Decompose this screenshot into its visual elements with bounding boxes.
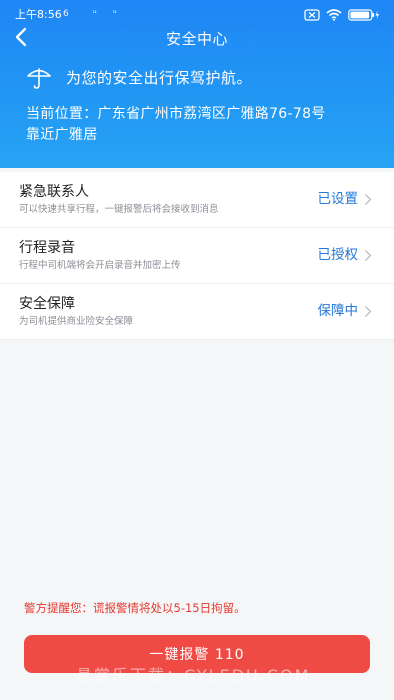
nav-bar: 安全中心 — [0, 24, 394, 52]
safety-slogan: 为您的安全出行保驾护航。 — [26, 66, 252, 90]
item-subtitle: 行程中司机端将会开启录音并加密上传 — [19, 260, 181, 271]
item-status: 已授权 — [317, 247, 359, 263]
slogan-text: 为您的安全出行保驾护航。 — [66, 69, 253, 87]
chevron-right-icon — [365, 250, 372, 261]
status-bar: 上午8:56 6 ᵘ ᵘ — [0, 0, 394, 24]
header-banner: 上午8:56 6 ᵘ ᵘ 安全中心 为您的安全出行保驾护航。 当前位置：广东省广… — [0, 0, 394, 168]
list-item-emergency-contact[interactable]: 紧急联系人 可以快速共享行程，一键报警后将会接收到消息 已设置 — [0, 172, 394, 228]
item-title: 行程录音 — [19, 240, 75, 256]
item-subtitle: 可以快速共享行程，一键报警后将会接收到消息 — [19, 204, 219, 215]
item-status: 已设置 — [317, 191, 359, 207]
status-time: 上午8:56 — [15, 8, 62, 21]
chevron-right-icon — [365, 306, 372, 317]
list-item-safety-insurance[interactable]: 安全保障 为司机提供商业险安全保障 保障中 — [0, 284, 394, 340]
location-line: 靠近广雅居 — [26, 127, 98, 143]
status-indicator: ᵘ — [93, 9, 97, 19]
current-location: 当前位置：广东省广州市荔湾区广雅路76-78号 靠近广雅居 — [26, 104, 371, 146]
item-title: 安全保障 — [19, 296, 75, 312]
item-subtitle: 为司机提供商业险安全保障 — [19, 316, 134, 327]
police-warning: 警方提醒您：谎报警情将处以5-15日拘留。 — [24, 601, 246, 615]
emergency-call-label: 一键报警 110 — [149, 647, 245, 663]
watermark: 悬赏乐下载：CYLEDU.COM — [76, 666, 311, 685]
safety-settings-list: 紧急联系人 可以快速共享行程，一键报警后将会接收到消息 已设置 行程录音 行程中… — [0, 172, 394, 340]
item-title: 紧急联系人 — [19, 184, 89, 200]
sim-off-icon — [304, 9, 320, 21]
chevron-right-icon — [365, 194, 372, 205]
umbrella-icon — [27, 68, 51, 89]
status-indicator: 6 — [63, 9, 69, 19]
battery-icon — [348, 9, 379, 21]
list-item-trip-recording[interactable]: 行程录音 行程中司机端将会开启录音并加密上传 已授权 — [0, 228, 394, 284]
item-status: 保障中 — [317, 303, 359, 319]
status-indicator: ᵘ — [113, 9, 117, 19]
location-line: 当前位置：广东省广州市荔湾区广雅路76-78号 — [26, 106, 326, 122]
page-title: 安全中心 — [165, 30, 228, 48]
wifi-icon — [326, 9, 342, 21]
